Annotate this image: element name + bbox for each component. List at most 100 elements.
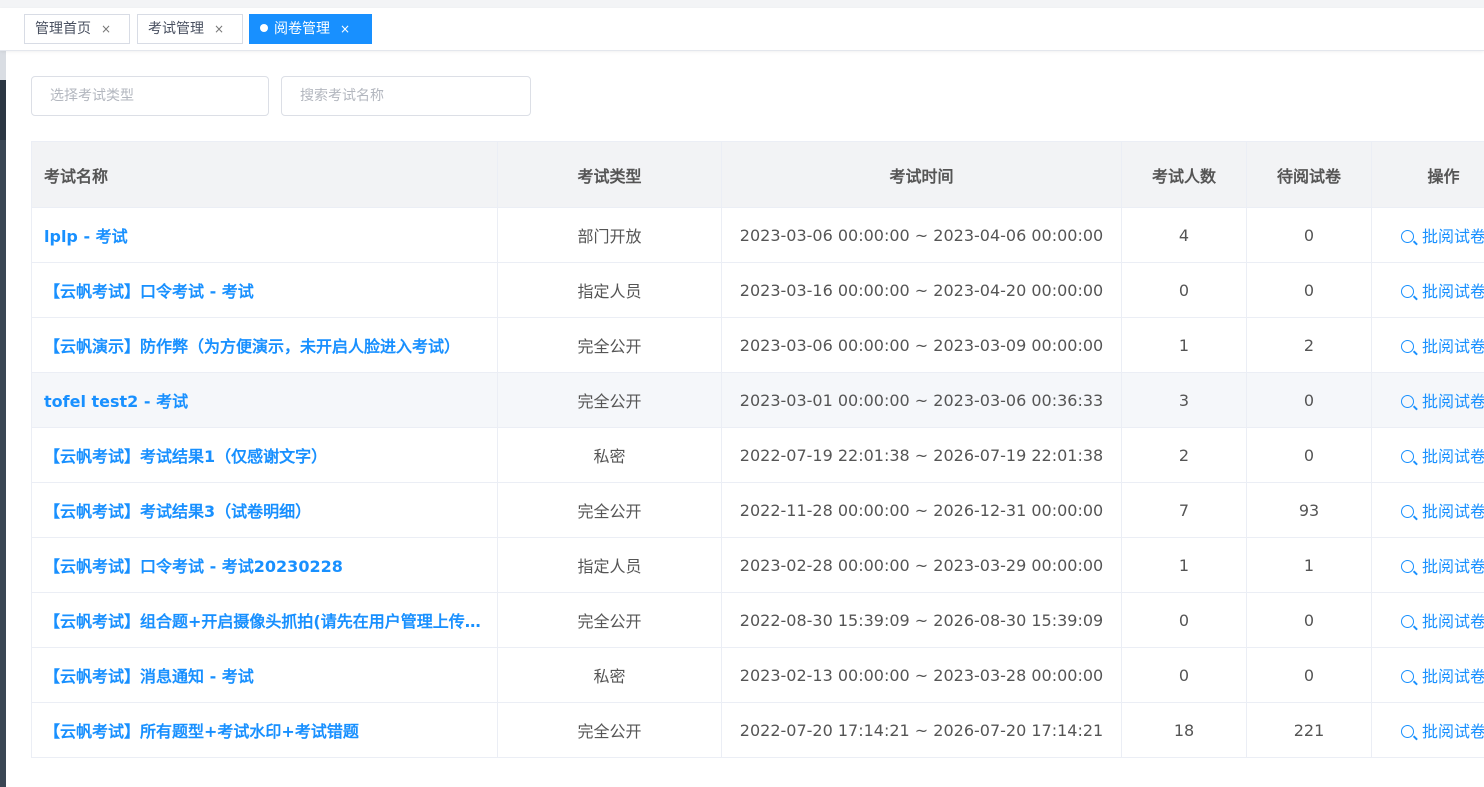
mark-papers-button[interactable]: 批阅试卷 (1400, 282, 1484, 301)
exam-type-cell: 完全公开 (497, 592, 722, 648)
pending-cell: 221 (1246, 702, 1372, 758)
pending-cell: 0 (1246, 372, 1372, 428)
tag-label: 考试管理 (148, 21, 204, 37)
column-header-exam-time: 考试时间 (721, 141, 1122, 208)
close-icon[interactable]: × (214, 22, 224, 36)
exam-time-cell: 2023-03-06 00:00:00 ~ 2023-03-09 00:00:0… (721, 317, 1122, 373)
column-header-actions: 操作 (1371, 141, 1484, 208)
table-row: 【云帆演示】防作弊（为方便演示，未开启人脸进入考试） 完全公开 2023-03-… (31, 317, 1484, 373)
exam-name-search-input[interactable] (281, 76, 531, 116)
exam-type-cell: 完全公开 (497, 317, 722, 373)
exam-time-cell: 2022-11-28 00:00:00 ~ 2026-12-31 00:00:0… (721, 482, 1122, 538)
exam-count-cell: 0 (1121, 592, 1247, 648)
close-icon[interactable]: × (340, 22, 350, 36)
actions-cell: 批阅试卷 (1371, 427, 1484, 483)
table-row: 【云帆考试】消息通知 - 考试 私密 2023-02-13 00:00:00 ~… (31, 647, 1484, 703)
table-row: 【云帆考试】所有题型+考试水印+考试错题 完全公开 2022-07-20 17:… (31, 702, 1484, 758)
exam-type-cell: 私密 (497, 427, 722, 483)
search-icon (1400, 615, 1414, 628)
mark-papers-button[interactable]: 批阅试卷 (1400, 227, 1484, 246)
tag-label: 管理首页 (35, 21, 91, 37)
mark-papers-button[interactable]: 批阅试卷 (1400, 722, 1484, 741)
column-header-exam-name: 考试名称 (31, 141, 498, 208)
mark-papers-button[interactable]: 批阅试卷 (1400, 337, 1484, 356)
exam-name-link[interactable]: 【云帆演示】防作弊（为方便演示，未开启人脸进入考试） (31, 317, 498, 373)
search-icon (1400, 395, 1414, 408)
exam-name-link[interactable]: 【云帆考试】消息通知 - 考试 (31, 647, 498, 703)
exam-name-link[interactable]: 【云帆考试】所有题型+考试水印+考试错题 (31, 702, 498, 758)
tags-view-bar: 管理首页 × 考试管理 × 阅卷管理 × (0, 8, 1484, 51)
mark-papers-label: 批阅试卷 (1421, 667, 1484, 686)
mark-papers-button[interactable]: 批阅试卷 (1400, 612, 1484, 631)
exam-count-cell: 1 (1121, 537, 1247, 593)
mark-papers-button[interactable]: 批阅试卷 (1400, 447, 1484, 466)
actions-cell: 批阅试卷 (1371, 317, 1484, 373)
mark-papers-button[interactable]: 批阅试卷 (1400, 392, 1484, 411)
actions-cell: 批阅试卷 (1371, 207, 1484, 263)
search-icon (1400, 725, 1414, 738)
table-row: tofel test2 - 考试 完全公开 2023-03-01 00:00:0… (31, 372, 1484, 428)
close-icon[interactable]: × (101, 22, 111, 36)
active-dot-icon (260, 24, 268, 32)
exam-type-cell: 私密 (497, 647, 722, 703)
exam-name-link[interactable]: 【云帆考试】口令考试 - 考试20230228 (31, 537, 498, 593)
table-row: lplp - 考试 部门开放 2023-03-06 00:00:00 ~ 202… (31, 207, 1484, 263)
mark-papers-label: 批阅试卷 (1421, 557, 1484, 576)
actions-cell: 批阅试卷 (1371, 647, 1484, 703)
exam-time-cell: 2022-08-30 15:39:09 ~ 2026-08-30 15:39:0… (721, 592, 1122, 648)
actions-cell: 批阅试卷 (1371, 482, 1484, 538)
exam-type-cell: 完全公开 (497, 372, 722, 428)
exam-name-link[interactable]: 【云帆考试】组合题+开启摄像头抓拍(请先在用户管理上传人脸) (31, 592, 498, 648)
exam-name-link[interactable]: tofel test2 - 考试 (31, 372, 498, 428)
exam-time-cell: 2023-02-13 00:00:00 ~ 2023-03-28 00:00:0… (721, 647, 1122, 703)
exam-time-cell: 2022-07-19 22:01:38 ~ 2026-07-19 22:01:3… (721, 427, 1122, 483)
pending-cell: 0 (1246, 207, 1372, 263)
exam-name-link[interactable]: 【云帆考试】考试结果1（仅感谢文字） (31, 427, 498, 483)
mark-papers-button[interactable]: 批阅试卷 (1400, 502, 1484, 521)
table-row: 【云帆考试】组合题+开启摄像头抓拍(请先在用户管理上传人脸) 完全公开 2022… (31, 592, 1484, 648)
search-icon (1400, 560, 1414, 573)
tag-label: 阅卷管理 (274, 21, 330, 37)
exam-type-select[interactable] (31, 76, 269, 116)
exam-time-cell: 2023-02-28 00:00:00 ~ 2023-03-29 00:00:0… (721, 537, 1122, 593)
mark-papers-button[interactable]: 批阅试卷 (1400, 667, 1484, 686)
mark-papers-label: 批阅试卷 (1421, 392, 1484, 411)
exam-type-cell: 部门开放 (497, 207, 722, 263)
exam-count-cell: 3 (1121, 372, 1247, 428)
exam-type-cell: 完全公开 (497, 482, 722, 538)
actions-cell: 批阅试卷 (1371, 372, 1484, 428)
exam-time-cell: 2022-07-20 17:14:21 ~ 2026-07-20 17:14:2… (721, 702, 1122, 758)
mark-papers-label: 批阅试卷 (1421, 612, 1484, 631)
search-icon (1400, 450, 1414, 463)
mark-papers-label: 批阅试卷 (1421, 722, 1484, 741)
exam-name-link[interactable]: lplp - 考试 (31, 207, 498, 263)
exam-count-cell: 7 (1121, 482, 1247, 538)
pending-cell: 0 (1246, 647, 1372, 703)
table-row: 【云帆考试】考试结果1（仅感谢文字） 私密 2022-07-19 22:01:3… (31, 427, 1484, 483)
mark-papers-label: 批阅试卷 (1421, 447, 1484, 466)
actions-cell: 批阅试卷 (1371, 262, 1484, 318)
actions-cell: 批阅试卷 (1371, 537, 1484, 593)
exam-name-link[interactable]: 【云帆考试】口令考试 - 考试 (31, 262, 498, 318)
column-header-exam-type: 考试类型 (497, 141, 722, 208)
column-header-pending: 待阅试卷 (1246, 141, 1372, 208)
mark-papers-label: 批阅试卷 (1421, 227, 1484, 246)
exam-type-cell: 指定人员 (497, 537, 722, 593)
mark-papers-button[interactable]: 批阅试卷 (1400, 557, 1484, 576)
tag-dashboard[interactable]: 管理首页 × (24, 14, 130, 44)
pending-cell: 93 (1246, 482, 1372, 538)
table-row: 【云帆考试】口令考试 - 考试20230228 指定人员 2023-02-28 … (31, 537, 1484, 593)
tag-exam-management[interactable]: 考试管理 × (137, 14, 243, 44)
exam-time-cell: 2023-03-16 00:00:00 ~ 2023-04-20 00:00:0… (721, 262, 1122, 318)
mark-papers-label: 批阅试卷 (1421, 337, 1484, 356)
tag-marking-management[interactable]: 阅卷管理 × (249, 14, 372, 44)
table-row: 【云帆考试】口令考试 - 考试 指定人员 2023-03-16 00:00:00… (31, 262, 1484, 318)
exam-count-cell: 18 (1121, 702, 1247, 758)
exam-type-cell: 完全公开 (497, 702, 722, 758)
exam-name-link[interactable]: 【云帆考试】考试结果3（试卷明细） (31, 482, 498, 538)
exam-count-cell: 0 (1121, 262, 1247, 318)
pending-cell: 1 (1246, 537, 1372, 593)
search-icon (1400, 230, 1414, 243)
exam-count-cell: 0 (1121, 647, 1247, 703)
exam-time-cell: 2023-03-06 00:00:00 ~ 2023-04-06 00:00:0… (721, 207, 1122, 263)
